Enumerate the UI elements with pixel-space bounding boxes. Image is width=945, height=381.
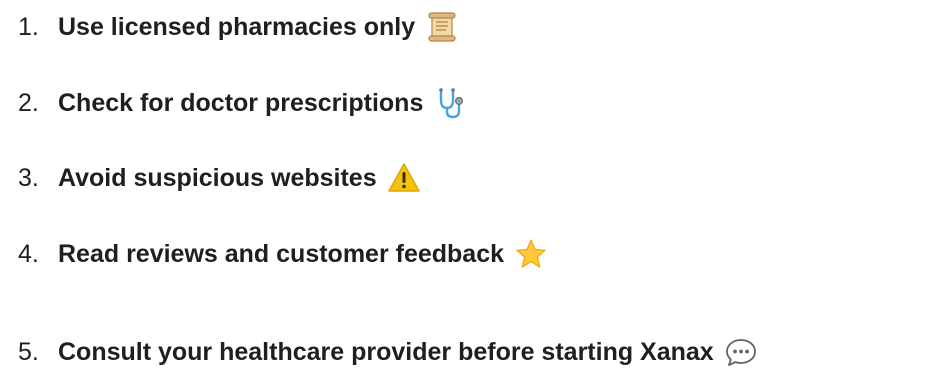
list-item-text: Use licensed pharmacies only [58, 12, 416, 41]
stethoscope-icon [433, 86, 467, 120]
list-item: 2. Check for doctor prescriptions [18, 83, 467, 123]
list-item-number: 1. [18, 12, 39, 41]
scroll-icon [425, 10, 459, 44]
speech-bubble-icon [724, 335, 758, 369]
list-item: 3. Avoid suspicious websites [18, 158, 421, 198]
list-item-text: Check for doctor prescriptions [58, 88, 424, 117]
star-icon [514, 237, 548, 271]
numbered-list: 1. Use licensed pharmacies only 2. Check… [0, 0, 945, 381]
list-item-number: 4. [18, 239, 39, 268]
list-item: 5. Consult your healthcare provider befo… [18, 332, 758, 372]
list-item-text: Read reviews and customer feedback [58, 239, 505, 268]
list-item: 4. Read reviews and customer feedback [18, 234, 548, 274]
warning-icon [387, 161, 421, 195]
list-item-number: 5. [18, 337, 39, 366]
list-item-number: 3. [18, 163, 39, 192]
list-item-number: 2. [18, 88, 39, 117]
list-item-text: Consult your healthcare provider before … [58, 337, 714, 366]
list-item: 1. Use licensed pharmacies only [18, 7, 459, 47]
list-item-text: Avoid suspicious websites [58, 163, 377, 192]
